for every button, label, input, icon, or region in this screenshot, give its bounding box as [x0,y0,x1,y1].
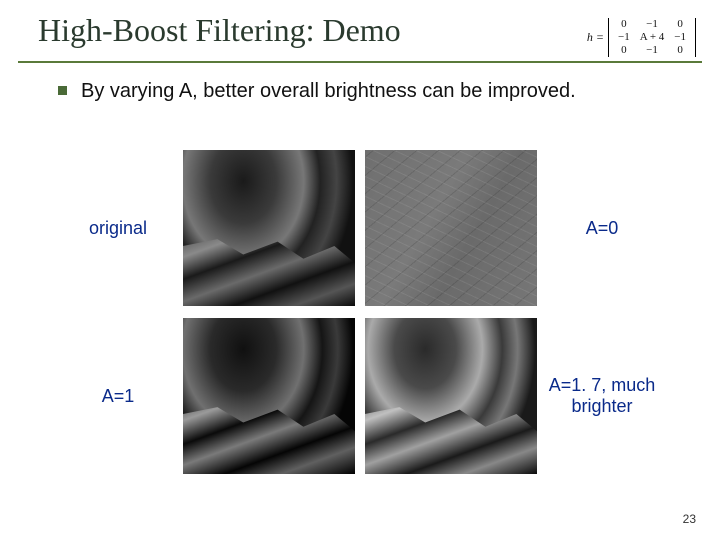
slide-title: High-Boost Filtering: Demo [38,12,401,49]
image-a1 [183,318,355,474]
kernel-cell: 0 [669,44,691,57]
label-original: original [63,218,173,239]
demo-row-1: original A=0 [0,150,720,306]
kernel-cell: 0 [613,18,635,31]
title-bar: High-Boost Filtering: Demo h = 0 −1 0 −1… [18,8,702,63]
kernel-matrix: 0 −1 0 −1 A + 4 −1 0 −1 0 [608,18,696,57]
kernel-cell: 0 [669,18,691,31]
image-a17 [365,318,537,474]
label-a0: A=0 [547,218,657,239]
label-a1: A=1 [63,386,173,407]
demo-grid: original A=0 A=1 A=1. 7, much brighter [0,150,720,486]
kernel-cell: A + 4 [635,31,670,44]
kernel-cell: −1 [635,18,670,31]
kernel-prefix: h = [587,30,604,45]
bullet-item: By varying A, better overall brightness … [58,79,582,104]
bullet-text: By varying A, better overall brightness … [81,79,576,104]
kernel-cell: −1 [613,31,635,44]
page-number: 23 [683,512,696,526]
label-a17: A=1. 7, much brighter [547,375,657,417]
kernel-cell: 0 [613,44,635,57]
kernel-equation: h = 0 −1 0 −1 A + 4 −1 0 −1 [587,18,696,57]
image-original [183,150,355,306]
bullet-icon [58,86,67,95]
slide: High-Boost Filtering: Demo h = 0 −1 0 −1… [0,0,720,540]
kernel-cell: −1 [669,31,691,44]
kernel-cell: −1 [635,44,670,57]
image-a0 [365,150,537,306]
demo-row-2: A=1 A=1. 7, much brighter [0,318,720,474]
